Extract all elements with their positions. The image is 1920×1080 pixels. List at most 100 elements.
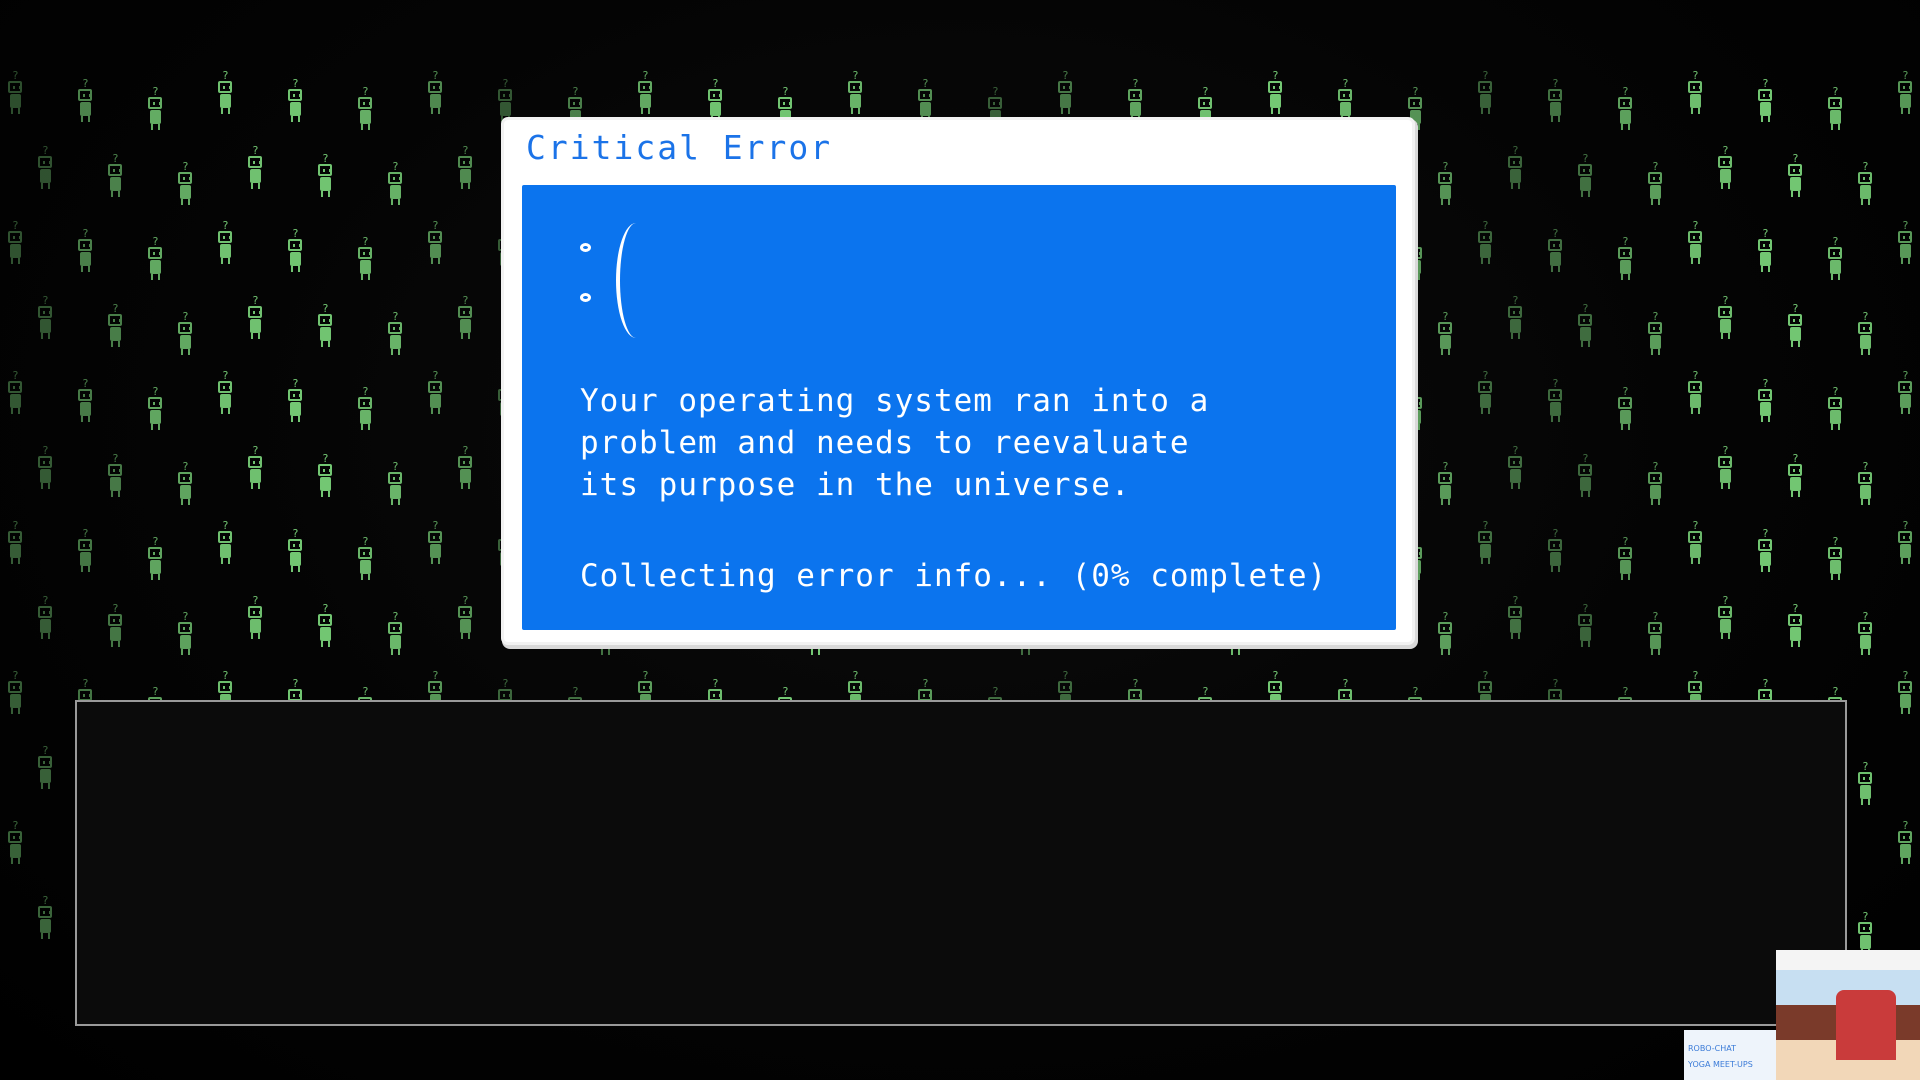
- robot-figure-icon: ?: [1055, 70, 1077, 122]
- robot-figure-icon: ?: [1435, 161, 1457, 213]
- robot-figure-icon: ?: [1475, 520, 1497, 572]
- robot-figure-icon: ?: [1715, 595, 1737, 647]
- robot-figure-icon: ?: [1715, 295, 1737, 347]
- robot-figure-icon: ?: [1785, 453, 1807, 505]
- robot-figure-icon: ?: [35, 445, 57, 497]
- robot-figure-icon: ?: [1475, 370, 1497, 422]
- robot-figure-icon: ?: [455, 445, 477, 497]
- thumbnail-link-robo-chat: ROBO-CHAT: [1688, 1044, 1736, 1053]
- robot-figure-icon: ?: [425, 220, 447, 272]
- robot-figure-icon: ?: [1645, 161, 1667, 213]
- error-message: Your operating system ran into a problem…: [580, 383, 1210, 503]
- robot-figure-icon: ?: [245, 595, 267, 647]
- robot-figure-icon: ?: [1685, 370, 1707, 422]
- game-scene: ????????????????????????????????????????…: [0, 0, 1920, 1080]
- robot-figure-icon: ?: [635, 70, 657, 122]
- robot-figure-icon: ?: [1505, 295, 1527, 347]
- robot-figure-icon: ?: [1615, 236, 1637, 288]
- robot-figure-icon: ?: [1575, 153, 1597, 205]
- robot-figure-icon: ?: [285, 528, 307, 580]
- robot-figure-icon: ?: [1645, 611, 1667, 663]
- robot-figure-icon: ?: [385, 611, 407, 663]
- robot-figure-icon: ?: [1825, 86, 1847, 138]
- robot-figure-icon: ?: [1545, 378, 1567, 430]
- robot-figure-icon: ?: [315, 603, 337, 655]
- robot-figure-icon: ?: [1785, 153, 1807, 205]
- robot-figure-icon: ?: [1475, 70, 1497, 122]
- robot-figure-icon: ?: [175, 161, 197, 213]
- robot-figure-icon: ?: [315, 303, 337, 355]
- robot-figure-icon: ?: [75, 378, 97, 430]
- robot-figure-icon: ?: [75, 228, 97, 280]
- robot-figure-icon: ?: [1895, 670, 1917, 722]
- robot-figure-icon: ?: [105, 603, 127, 655]
- robot-figure-icon: ?: [1895, 820, 1917, 872]
- robot-figure-icon: ?: [1575, 303, 1597, 355]
- robot-figure-icon: ?: [1895, 520, 1917, 572]
- robot-figure-icon: ?: [1645, 461, 1667, 513]
- dialogue-box[interactable]: [75, 700, 1847, 1026]
- robot-figure-icon: ?: [105, 453, 127, 505]
- robot-figure-icon: ?: [385, 461, 407, 513]
- robot-figure-icon: ?: [1505, 445, 1527, 497]
- robot-figure-icon: ?: [5, 220, 27, 272]
- robot-figure-icon: ?: [1685, 220, 1707, 272]
- robot-figure-icon: ?: [1435, 461, 1457, 513]
- sad-face-eye-top: [580, 243, 591, 252]
- robot-figure-icon: ?: [1475, 220, 1497, 272]
- robot-figure-icon: ?: [1755, 78, 1777, 130]
- robot-figure-icon: ?: [245, 145, 267, 197]
- robot-figure-icon: ?: [425, 520, 447, 572]
- robot-figure-icon: ?: [175, 311, 197, 363]
- robot-figure-icon: ?: [1575, 453, 1597, 505]
- robot-figure-icon: ?: [1265, 70, 1287, 122]
- robot-figure-icon: ?: [1615, 386, 1637, 438]
- robot-figure-icon: ?: [845, 70, 867, 122]
- robot-figure-icon: ?: [145, 236, 167, 288]
- robot-figure-icon: ?: [425, 70, 447, 122]
- robot-figure-icon: ?: [1685, 70, 1707, 122]
- robot-figure-icon: ?: [215, 370, 237, 422]
- robot-figure-icon: ?: [1615, 86, 1637, 138]
- robot-figure-icon: ?: [1895, 370, 1917, 422]
- robot-figure-icon: ?: [5, 820, 27, 872]
- robot-figure-icon: ?: [1785, 303, 1807, 355]
- robot-figure-icon: ?: [1855, 311, 1877, 363]
- robot-figure-icon: ?: [355, 386, 377, 438]
- robot-figure-icon: ?: [175, 611, 197, 663]
- robot-figure-icon: ?: [1755, 528, 1777, 580]
- thumbnail-scene: [1776, 950, 1920, 1080]
- robot-figure-icon: ?: [1855, 461, 1877, 513]
- robot-figure-icon: ?: [425, 370, 447, 422]
- sad-face-eye-bottom: [580, 293, 591, 302]
- robot-figure-icon: ?: [1545, 528, 1567, 580]
- robot-figure-icon: ?: [105, 303, 127, 355]
- robot-figure-icon: ?: [215, 220, 237, 272]
- robot-figure-icon: ?: [1855, 611, 1877, 663]
- robot-figure-icon: ?: [355, 236, 377, 288]
- robot-figure-icon: ?: [455, 295, 477, 347]
- robot-figure-icon: ?: [1785, 603, 1807, 655]
- robot-figure-icon: ?: [1825, 386, 1847, 438]
- robot-figure-icon: ?: [315, 153, 337, 205]
- error-progress-text: Collecting error info... (0% complete): [580, 558, 1328, 594]
- robot-figure-icon: ?: [105, 153, 127, 205]
- robot-figure-icon: ?: [215, 70, 237, 122]
- robot-figure-icon: ?: [145, 386, 167, 438]
- robot-figure-icon: ?: [1895, 220, 1917, 272]
- thumbnail-link-yoga-meetups: YOGA MEET-UPS: [1688, 1060, 1753, 1069]
- robot-figure-icon: ?: [215, 520, 237, 572]
- robot-figure-icon: ?: [35, 595, 57, 647]
- robot-figure-icon: ?: [1435, 611, 1457, 663]
- robot-figure-icon: ?: [75, 528, 97, 580]
- robot-figure-icon: ?: [355, 536, 377, 588]
- robot-figure-icon: ?: [1685, 520, 1707, 572]
- robot-figure-icon: ?: [175, 461, 197, 513]
- corner-thumbnail: ROBO-CHAT YOGA MEET-UPS: [1684, 950, 1920, 1080]
- robot-figure-icon: ?: [145, 536, 167, 588]
- sad-face-mouth: [616, 223, 656, 338]
- robot-figure-icon: ?: [35, 295, 57, 347]
- sad-face-icon: [580, 223, 650, 343]
- robot-figure-icon: ?: [1895, 70, 1917, 122]
- robot-figure-icon: ?: [1755, 228, 1777, 280]
